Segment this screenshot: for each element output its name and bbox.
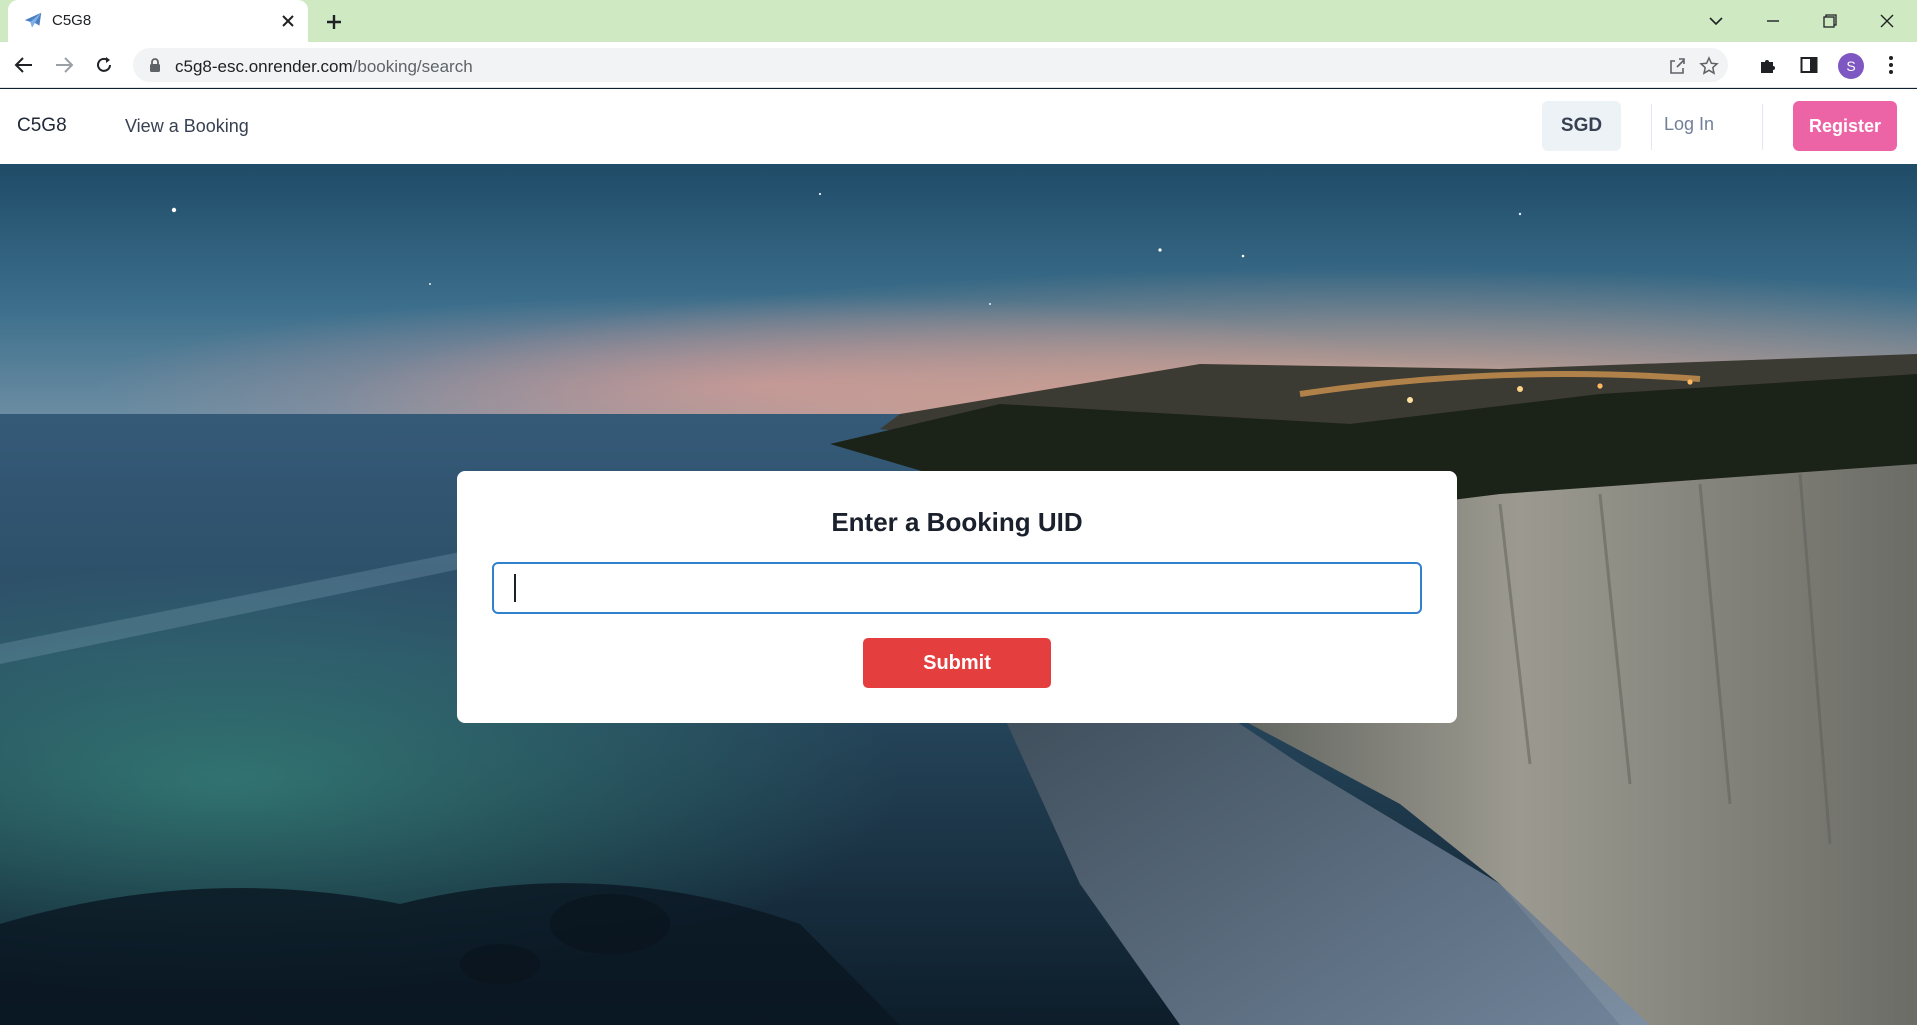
browser-tab[interactable]: C5G8 xyxy=(8,0,308,42)
booking-uid-input[interactable] xyxy=(492,562,1422,614)
url-text: c5g8-esc.onrender.com/booking/search xyxy=(175,57,473,76)
register-button[interactable]: Register xyxy=(1793,101,1897,151)
kebab-menu-icon[interactable] xyxy=(1877,51,1905,79)
login-link[interactable]: Log In xyxy=(1664,114,1714,135)
currency-button[interactable]: SGD xyxy=(1542,101,1621,151)
back-arrow-icon[interactable] xyxy=(10,51,38,79)
tab-close-icon[interactable] xyxy=(276,9,300,33)
site-logo[interactable]: C5G8 xyxy=(17,115,67,137)
header-divider xyxy=(1762,104,1763,150)
reload-icon[interactable] xyxy=(90,51,118,79)
minimize-icon[interactable] xyxy=(1757,6,1789,36)
airplane-icon xyxy=(24,12,42,28)
tab-title: C5G8 xyxy=(52,12,92,29)
site-header: C5G8 View a Booking SGD Log In Register xyxy=(0,89,1917,164)
text-caret xyxy=(514,574,516,602)
nav-view-booking[interactable]: View a Booking xyxy=(125,116,249,137)
tab-search-chevron-icon[interactable] xyxy=(1700,6,1732,36)
avatar[interactable]: S xyxy=(1838,53,1864,79)
lock-icon xyxy=(150,58,160,72)
share-icon[interactable] xyxy=(1665,54,1689,78)
forward-arrow-icon[interactable] xyxy=(50,51,78,79)
header-divider xyxy=(1651,104,1652,150)
new-tab-icon[interactable] xyxy=(320,8,348,36)
restore-icon[interactable] xyxy=(1814,6,1846,36)
address-bar[interactable]: c5g8-esc.onrender.com/booking/search xyxy=(133,48,1728,82)
booking-search-card: Enter a Booking UID Submit xyxy=(457,471,1457,723)
browser-tabstrip: C5G8 xyxy=(0,0,1917,42)
submit-button[interactable]: Submit xyxy=(863,638,1051,688)
star-icon[interactable] xyxy=(1697,54,1721,78)
card-title: Enter a Booking UID xyxy=(831,507,1083,537)
close-window-icon[interactable] xyxy=(1871,6,1903,36)
side-panel-icon[interactable] xyxy=(1795,51,1823,79)
browser-toolbar: c5g8-esc.onrender.com/booking/search S xyxy=(0,42,1917,88)
puzzle-icon[interactable] xyxy=(1754,51,1782,79)
